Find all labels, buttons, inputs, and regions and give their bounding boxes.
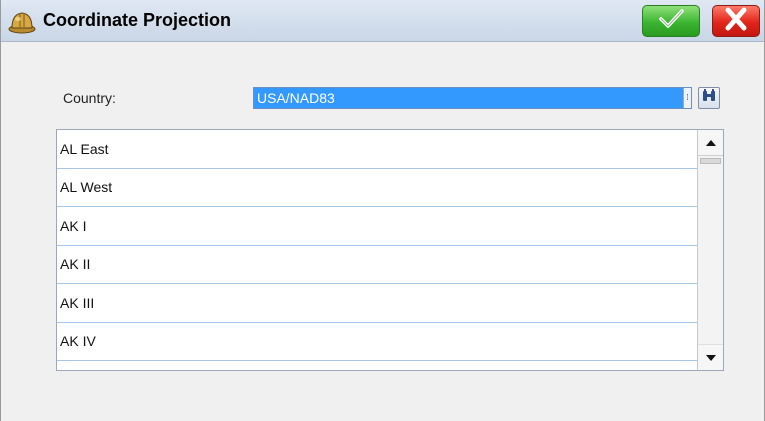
scroll-down-button[interactable] xyxy=(698,344,723,370)
country-label: Country: xyxy=(63,90,116,106)
close-x-icon xyxy=(723,7,749,36)
cancel-button[interactable] xyxy=(712,5,760,37)
ok-button[interactable] xyxy=(642,5,700,37)
list-item[interactable]: AK I xyxy=(57,207,698,246)
scroll-up-button[interactable] xyxy=(698,130,723,156)
list-item[interactable]: AL West xyxy=(57,169,698,207)
list-item[interactable]: AK IV xyxy=(57,323,698,361)
triangle-up-icon xyxy=(705,134,717,152)
scroll-thumb[interactable] xyxy=(700,158,721,164)
list-item[interactable]: AK II xyxy=(57,246,698,284)
hard-hat-icon xyxy=(8,8,36,34)
coordinate-projection-window: Coordinate Projection Country: USA/NAD83… xyxy=(0,0,765,421)
binoculars-icon xyxy=(701,88,717,109)
search-projection-button[interactable] xyxy=(698,87,720,109)
title-bar: Coordinate Projection xyxy=(1,0,764,42)
checkmark-icon xyxy=(656,7,686,36)
projection-list: AL East AL West AK I AK II AK III AK IV xyxy=(56,129,724,371)
country-dropdown[interactable]: USA/NAD83 ⁞ xyxy=(253,87,692,109)
country-selected-value: USA/NAD83 xyxy=(257,90,335,106)
list-item[interactable]: AK III xyxy=(57,284,698,323)
list-scrollbar[interactable] xyxy=(697,130,723,370)
list-item[interactable]: AL East xyxy=(57,130,698,169)
triangle-down-icon xyxy=(705,349,717,367)
projection-list-items: AL East AL West AK I AK II AK III AK IV xyxy=(57,130,698,361)
window-title: Coordinate Projection xyxy=(43,10,232,30)
dropdown-arrow-icon[interactable]: ⁞ xyxy=(683,88,691,108)
